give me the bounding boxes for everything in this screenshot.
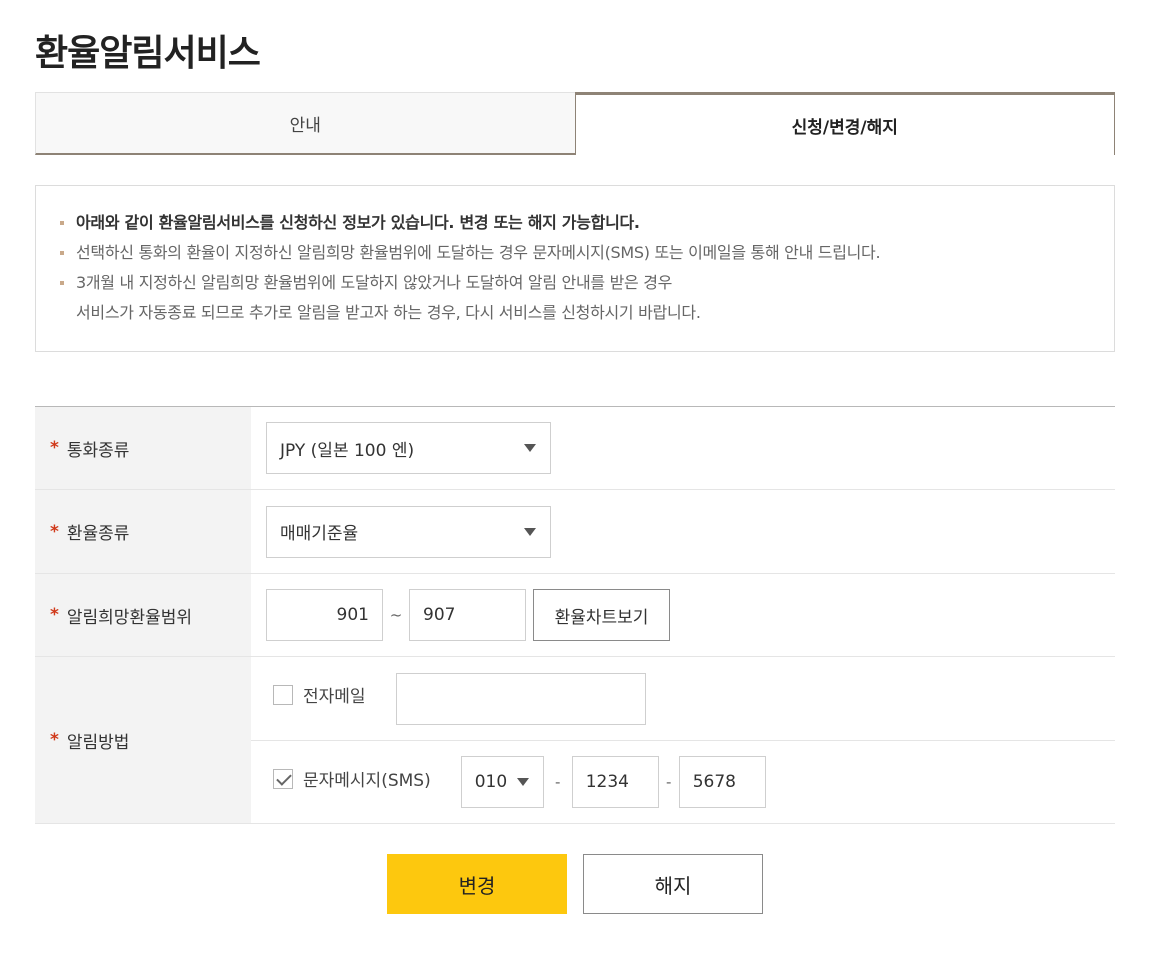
tab-guide[interactable]: 안내 — [35, 92, 575, 155]
sms-option-label: 문자메시지(SMS) — [303, 771, 431, 791]
rate-type-label-text: 환율종류 — [66, 524, 130, 544]
sms-option-row: 문자메시지(SMS) 010 - 1234 - 5678 — [251, 741, 1115, 823]
range-label-text: 알림희망환율범위 — [66, 607, 193, 628]
phone-prefix-selected: 010 — [474, 772, 508, 792]
chevron-down-icon — [516, 778, 529, 786]
phone-prefix-select[interactable]: 010 — [460, 756, 544, 808]
range-label: * 알림희망환율범위 — [35, 574, 251, 656]
chevron-down-icon — [524, 527, 536, 536]
notice-item: 3개월 내 지정하신 알림희망 환율범위에 도달하지 않았거나 도달하여 알림 … — [58, 268, 1114, 328]
tab-bar: 안내 신청/변경/해지 — [35, 92, 1115, 155]
phone-dash: - — [555, 773, 561, 791]
cancel-service-button[interactable]: 해지 — [583, 854, 763, 914]
currency-selected: JPY (일본 100 엔) — [280, 440, 415, 461]
chevron-down-icon — [524, 444, 536, 452]
phone-last-input[interactable]: 5678 — [678, 756, 766, 808]
range-from-input[interactable]: 901 — [266, 589, 383, 641]
notice-item: 선택하신 통화의 환율이 지정하신 알림희망 환율범위에 도달하는 경우 문자메… — [58, 238, 1114, 268]
method-label-text: 알림방법 — [66, 732, 130, 753]
rate-type-value-cell: 매매기준율 — [251, 490, 1115, 573]
rate-type-label: * 환율종류 — [35, 490, 251, 573]
action-buttons: 변경 해지 — [387, 854, 763, 914]
rate-chart-button[interactable]: 환율차트보기 — [533, 589, 670, 641]
email-option-label: 전자메일 — [303, 687, 366, 707]
email-option: 전자메일 — [273, 682, 366, 707]
currency-value-cell: JPY (일본 100 엔) — [251, 407, 1115, 489]
notice-box: 아래와 같이 환율알림서비스를 신청하신 정보가 있습니다. 변경 또는 해지 … — [35, 185, 1115, 352]
notice-item-line1: 3개월 내 지정하신 알림희망 환율범위에 도달하지 않았거나 도달하여 알림 … — [76, 273, 673, 292]
phone-middle-input[interactable]: 1234 — [571, 756, 659, 808]
sms-checkbox[interactable] — [273, 768, 293, 789]
currency-select[interactable]: JPY (일본 100 엔) — [266, 422, 551, 474]
method-row: * 알림방법 전자메일 문자메시지(SMS) 010 - 1234 - 5678 — [35, 657, 1115, 824]
email-input[interactable] — [395, 672, 646, 725]
range-row: * 알림희망환율범위 901 ~ 907 환율차트보기 — [35, 574, 1115, 657]
page-title: 환율알림서비스 — [35, 33, 261, 74]
sms-option: 문자메시지(SMS) — [273, 766, 431, 791]
currency-row: * 통화종류 JPY (일본 100 엔) — [35, 407, 1115, 490]
range-value-cell: 901 ~ 907 환율차트보기 — [251, 574, 1115, 656]
alert-form: * 통화종류 JPY (일본 100 엔) * 환율종류 매매기준율 * 알림희… — [35, 406, 1115, 824]
range-separator: ~ — [389, 606, 403, 624]
phone-dash: - — [666, 773, 672, 791]
currency-label-text: 통화종류 — [66, 440, 130, 461]
notice-item-line2: 서비스가 자동종료 되므로 추가로 알림을 받고자 하는 경우, 다시 서비스를… — [76, 303, 701, 322]
required-mark: * — [50, 605, 59, 625]
change-button[interactable]: 변경 — [387, 854, 567, 914]
required-mark: * — [50, 438, 59, 458]
required-mark: * — [50, 521, 59, 542]
notice-item: 아래와 같이 환율알림서비스를 신청하신 정보가 있습니다. 변경 또는 해지 … — [58, 208, 1114, 238]
rate-type-row: * 환율종류 매매기준율 — [35, 490, 1115, 574]
email-checkbox[interactable] — [273, 684, 293, 705]
required-mark: * — [50, 730, 59, 750]
rate-type-selected: 매매기준율 — [280, 524, 359, 544]
method-value-cell: 전자메일 문자메시지(SMS) 010 - 1234 - 5678 — [251, 657, 1115, 823]
range-to-input[interactable]: 907 — [409, 589, 526, 641]
rate-type-select[interactable]: 매매기준율 — [266, 505, 551, 558]
currency-label: * 통화종류 — [35, 407, 251, 489]
method-label: * 알림방법 — [35, 657, 251, 823]
tab-apply-change-cancel[interactable]: 신청/변경/해지 — [574, 92, 1115, 155]
email-option-row: 전자메일 — [251, 657, 1115, 741]
